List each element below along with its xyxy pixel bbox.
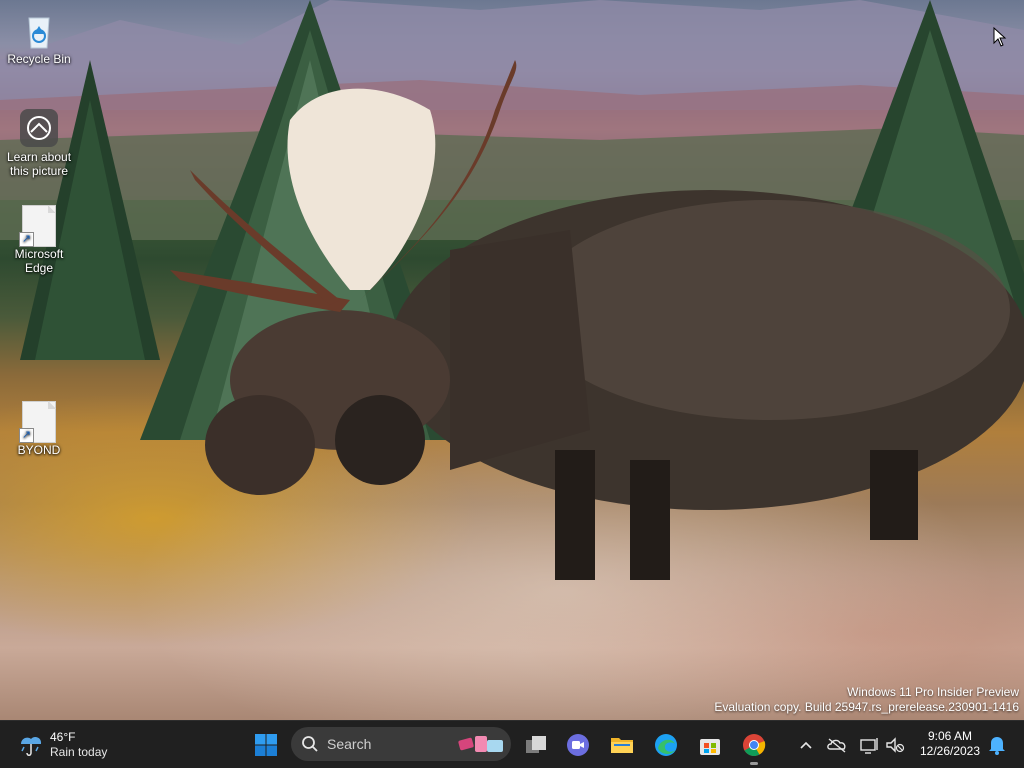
search-icon [302, 736, 318, 752]
search-box[interactable]: Search [291, 727, 511, 761]
desktop-icon-label: Learn about this picture [6, 150, 72, 178]
clock[interactable]: 9:06 AM 12/26/2023 [918, 729, 982, 759]
volume-muted-icon[interactable] [884, 733, 906, 757]
rain-cloud-icon [21, 736, 42, 756]
weather-widget[interactable]: 46°F Rain today [14, 727, 124, 763]
taskbar: 46°F Rain today Search 9:06 AM 12/26/202… [0, 720, 1024, 768]
store-icon [700, 739, 720, 755]
task-view-icon [526, 736, 546, 753]
desktop-icon-recycle-bin[interactable]: Recycle Bin [1, 10, 77, 66]
desktop-icon-learn-about-picture[interactable]: Learn about this picture [1, 108, 77, 178]
chrome-icon [743, 734, 766, 756]
mouse-cursor-icon [993, 27, 1007, 47]
start-button[interactable] [248, 727, 284, 763]
microsoft-edge-button[interactable] [648, 727, 684, 763]
desktop[interactable]: Recycle Bin Learn about this picture ↗ M… [0, 0, 1024, 720]
folder-icon [611, 738, 633, 753]
google-chrome-button[interactable] [736, 727, 772, 765]
desktop-icon-label: Recycle Bin [7, 52, 71, 66]
cloud-offline-icon[interactable] [826, 733, 848, 757]
network-icon[interactable] [858, 733, 880, 757]
watermark-line-1: Windows 11 Pro Insider Preview [847, 685, 1019, 699]
chevron-up-icon[interactable] [796, 733, 816, 757]
task-view-button[interactable] [518, 727, 554, 763]
wallpaper-moose [170, 60, 1024, 580]
file-explorer-button[interactable] [604, 727, 640, 763]
windows-start-icon [255, 734, 277, 756]
desktop-icon-label: Microsoft Edge [14, 247, 64, 275]
edge-icon [655, 734, 677, 756]
bell-icon[interactable] [986, 733, 1008, 757]
meet-now-button[interactable] [560, 727, 596, 763]
clock-time: 9:06 AM [927, 729, 973, 743]
file-shortcut-icon: ↗ [19, 205, 59, 247]
shortcut-arrow-icon: ↗ [19, 428, 34, 443]
learn-about-picture-icon [19, 108, 59, 148]
desktop-icon-microsoft-edge[interactable]: ↗ Microsoft Edge [1, 205, 77, 275]
microsoft-store-button[interactable] [692, 727, 728, 763]
weather-forecast: Rain today [50, 745, 108, 759]
shortcut-arrow-icon: ↗ [19, 232, 34, 247]
recycle-bin-icon [19, 10, 59, 50]
watermark-line-2: Evaluation copy. Build 25947.rs_prerelea… [714, 700, 1019, 714]
video-camera-icon [567, 734, 589, 756]
windows-watermark: Windows 11 Pro Insider Preview Evaluatio… [714, 685, 1019, 715]
search-placeholder: Search [327, 736, 372, 752]
clock-date: 12/26/2023 [919, 744, 981, 758]
weather-temperature: 46°F [50, 730, 76, 744]
running-indicator [750, 762, 758, 765]
search-highlight-icon [458, 736, 503, 752]
desktop-icon-label: BYOND [17, 443, 61, 457]
desktop-icon-byond[interactable]: ↗ BYOND [1, 401, 77, 457]
file-shortcut-icon: ↗ [19, 401, 59, 443]
